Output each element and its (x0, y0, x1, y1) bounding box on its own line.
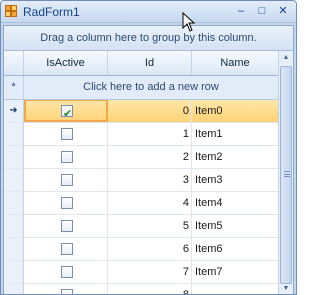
app-icon (5, 5, 18, 18)
checkbox-icon[interactable] (61, 220, 73, 232)
name-cell[interactable]: Item0 (192, 100, 278, 122)
isactive-cell[interactable]: ✔ (24, 100, 108, 122)
id-cell[interactable]: 5 (108, 215, 192, 237)
table-row[interactable]: ➜ ✔ 0 Item0 (4, 100, 278, 123)
row-indicator[interactable] (4, 215, 24, 237)
column-header-row: IsActive Id Name (4, 51, 278, 76)
name-cell[interactable]: Item2 (192, 146, 278, 168)
checkbox-icon[interactable] (61, 243, 73, 255)
checkbox-icon[interactable] (61, 128, 73, 140)
name-cell[interactable]: Item1 (192, 123, 278, 145)
current-row-arrow-icon[interactable]: ➜ (4, 100, 24, 122)
name-cell[interactable] (192, 284, 278, 294)
vertical-scrollbar[interactable]: ▲ ▼ (278, 51, 293, 294)
row-indicator[interactable] (4, 169, 24, 191)
id-cell[interactable]: 2 (108, 146, 192, 168)
scroll-down-arrow-icon[interactable]: ▼ (279, 282, 293, 294)
scroll-up-arrow-icon[interactable]: ▲ (279, 51, 293, 65)
new-row-prompt[interactable]: Click here to add a new row (24, 76, 278, 99)
id-cell[interactable]: 6 (108, 238, 192, 260)
table-row[interactable]: 1 Item1 (4, 123, 278, 146)
table-row[interactable]: 5 Item5 (4, 215, 278, 238)
isactive-cell[interactable] (24, 238, 108, 260)
name-cell[interactable]: Item6 (192, 238, 278, 260)
id-cell[interactable]: 0 (108, 100, 192, 122)
id-cell[interactable]: 1 (108, 123, 192, 145)
maximize-button[interactable]: □ (254, 4, 270, 18)
new-row[interactable]: * Click here to add a new row (4, 76, 278, 100)
minimize-button[interactable]: – (233, 4, 249, 18)
checkbox-icon[interactable] (61, 266, 73, 278)
id-cell[interactable]: 4 (108, 192, 192, 214)
id-cell[interactable]: 7 (108, 261, 192, 283)
isactive-cell[interactable] (24, 261, 108, 283)
isactive-cell[interactable] (24, 192, 108, 214)
radform-window: RadForm1 – □ ✕ Drag a column here to gro… (0, 0, 297, 295)
table-row[interactable]: 3 Item3 (4, 169, 278, 192)
isactive-cell[interactable] (24, 215, 108, 237)
table-row[interactable]: 7 Item7 (4, 261, 278, 284)
name-cell[interactable]: Item3 (192, 169, 278, 191)
mouse-cursor-icon (182, 12, 196, 32)
row-indicator[interactable] (4, 192, 24, 214)
check-mark-icon: ✔ (63, 108, 73, 120)
row-indicator[interactable] (4, 261, 24, 283)
header-indicator-cell (4, 51, 24, 75)
checkbox-icon[interactable] (61, 289, 73, 294)
column-header-name[interactable]: Name (192, 51, 278, 75)
checkbox-icon[interactable]: ✔ (61, 105, 73, 120)
data-rows: ➜ ✔ 0 Item0 1 Item1 2 Item2 3 Item3 4 Item4 5 Item5 6 I… (4, 100, 278, 294)
window-title: RadForm1 (23, 5, 80, 19)
name-cell[interactable]: Item7 (192, 261, 278, 283)
isactive-cell[interactable] (24, 169, 108, 191)
row-indicator[interactable] (4, 123, 24, 145)
title-bar[interactable]: RadForm1 – □ ✕ (1, 1, 296, 23)
column-header-id[interactable]: Id (108, 51, 192, 75)
group-by-panel[interactable]: Drag a column here to group by this colu… (4, 26, 293, 51)
isactive-cell[interactable] (24, 284, 108, 294)
column-header-isactive[interactable]: IsActive (24, 51, 108, 75)
isactive-cell[interactable] (24, 123, 108, 145)
new-row-asterisk-icon: * (4, 76, 24, 99)
scrollbar-thumb[interactable] (280, 66, 292, 284)
row-indicator[interactable] (4, 284, 24, 294)
scrollbar-grip-icon (284, 171, 290, 177)
checkbox-icon[interactable] (61, 197, 73, 209)
name-cell[interactable]: Item5 (192, 215, 278, 237)
rad-grid-view: Drag a column here to group by this colu… (3, 25, 294, 294)
close-button[interactable]: ✕ (275, 4, 291, 18)
checkbox-icon[interactable] (61, 151, 73, 163)
id-cell[interactable]: 8 (108, 284, 192, 294)
isactive-cell[interactable] (24, 146, 108, 168)
id-cell[interactable]: 3 (108, 169, 192, 191)
checkbox-icon[interactable] (61, 174, 73, 186)
table-row[interactable]: 2 Item2 (4, 146, 278, 169)
table-row[interactable]: 4 Item4 (4, 192, 278, 215)
table-row[interactable]: 6 Item6 (4, 238, 278, 261)
row-indicator[interactable] (4, 238, 24, 260)
table-row[interactable]: 8 (4, 284, 278, 294)
name-cell[interactable]: Item4 (192, 192, 278, 214)
row-indicator[interactable] (4, 146, 24, 168)
